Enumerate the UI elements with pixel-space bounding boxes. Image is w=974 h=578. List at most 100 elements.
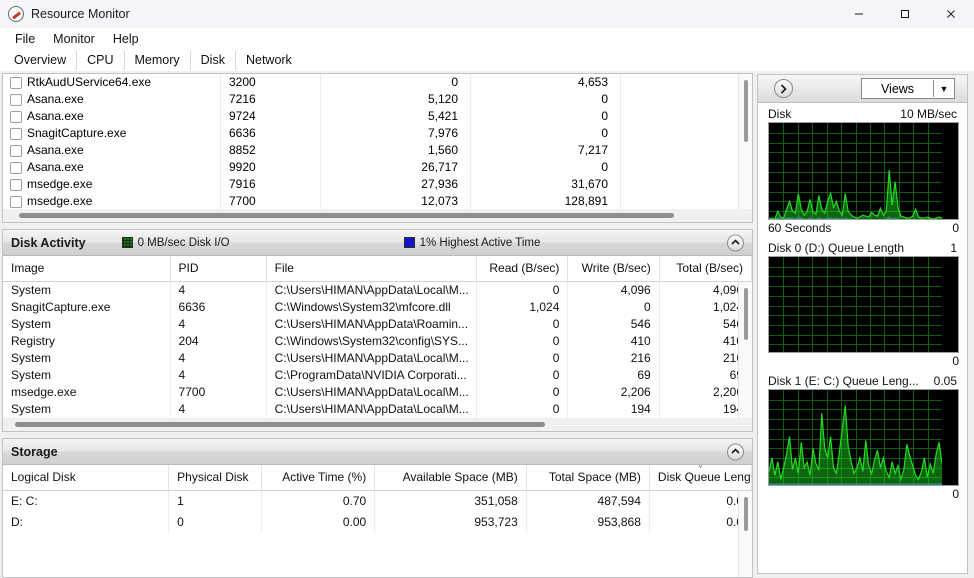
process-row[interactable]: Asana.exe97245,4210 (3, 108, 752, 125)
col-header-active-time[interactable]: Active Time (%) (262, 465, 375, 490)
process-pid: 6636 (221, 125, 321, 142)
process-row[interactable]: Asana.exe88521,5607,217 (3, 142, 752, 159)
disk-activity-header[interactable]: Disk Activity 0 MB/sec Disk I/O 1% Highe… (3, 230, 752, 256)
process-checkbox[interactable] (10, 128, 22, 140)
storage-vertical-scrollbar[interactable] (738, 491, 752, 577)
col-header-disk-queue-length[interactable]: ˅ Disk Queue Lengt (650, 465, 752, 490)
disk-activity-row[interactable]: msedge.exe7700C:\Users\HIMAN\AppData\Loc… (3, 384, 752, 401)
process-checkbox[interactable] (10, 145, 22, 157)
col-header-pid[interactable]: PID (171, 256, 267, 281)
storage-row[interactable]: E: C:10.70351,058487,5940.0 (3, 491, 752, 512)
process-read: 7,976 (321, 125, 471, 142)
process-checkbox[interactable] (10, 196, 22, 208)
graph-title: Disk 0 (D:) Queue Length (768, 241, 904, 255)
da-file: C:\Windows\System32\mfcore.dll (267, 299, 477, 316)
tab-memory[interactable]: Memory (125, 51, 191, 71)
process-row[interactable]: Asana.exe72165,1200 (3, 91, 752, 108)
disk-activity-row[interactable]: System4C:\Users\HIMAN\AppData\Local\M...… (3, 401, 752, 418)
process-write: 31,670 (471, 176, 621, 193)
process-extra (621, 91, 752, 108)
maximize-button[interactable] (882, 0, 928, 28)
graph-ymax-label: 0.05 (934, 374, 959, 388)
storage-title: Storage (3, 445, 58, 459)
da-file: C:\ProgramData\NVIDIA Corporati... (267, 367, 477, 384)
da-file: C:\Users\HIMAN\AppData\Local\M... (267, 350, 477, 367)
col-header-total[interactable]: Total (B/sec) (660, 256, 752, 281)
window-controls (836, 0, 974, 28)
disk-activity-horizontal-scrollbar[interactable] (3, 418, 752, 431)
storage-disk-queue: 0.0 (650, 491, 752, 512)
menu-item-file[interactable]: File (6, 30, 44, 48)
disk-activity-row[interactable]: Registry204C:\Windows\System32\config\SY… (3, 333, 752, 350)
disk-activity-row[interactable]: System4C:\Users\HIMAN\AppData\Roamin...0… (3, 316, 752, 333)
process-write: 128,891 (471, 193, 621, 209)
views-button[interactable]: Views ▼ (861, 78, 955, 99)
processes-list[interactable]: RtkAudUService64.exe320004,653Asana.exe7… (3, 74, 752, 209)
da-image: msedge.exe (3, 384, 171, 401)
disk-activity-row[interactable]: SnagitCapture.exe6636C:\Windows\System32… (3, 299, 752, 316)
process-row[interactable]: msedge.exe770012,073128,891 (3, 193, 752, 209)
da-image: SnagitCapture.exe (3, 299, 171, 316)
storage-total-space: 487,594 (527, 491, 650, 512)
da-write: 69 (568, 367, 659, 384)
da-pid: 4 (171, 401, 267, 418)
chevron-right-icon[interactable] (774, 79, 793, 98)
chevron-down-icon[interactable]: ▼ (934, 84, 954, 94)
process-checkbox[interactable] (10, 111, 22, 123)
disk-io-legend: 0 MB/sec Disk I/O (122, 237, 230, 249)
process-image: Asana.exe (27, 159, 221, 176)
col-header-logical-disk[interactable]: Logical Disk (3, 465, 169, 490)
minimize-button[interactable] (836, 0, 882, 28)
graph-caption: Disk 1 (E: C:) Queue Leng...0.05 (768, 374, 959, 389)
menu-item-help[interactable]: Help (104, 30, 148, 48)
col-header-file[interactable]: File (267, 256, 477, 281)
process-checkbox[interactable] (10, 179, 22, 191)
disk-activity-collapse-button[interactable] (727, 234, 744, 251)
storage-header[interactable]: Storage (3, 439, 752, 465)
disk-activity-vertical-scrollbar[interactable] (738, 282, 752, 418)
col-header-available-space[interactable]: Available Space (MB) (375, 465, 527, 490)
storage-row[interactable]: D:00.00953,723953,8680.0 (3, 512, 752, 533)
tab-overview[interactable]: Overview (4, 51, 77, 71)
tab-network[interactable]: Network (236, 51, 302, 71)
process-row[interactable]: Asana.exe992026,7170 (3, 159, 752, 176)
storage-logical-disk: D: (3, 512, 169, 533)
col-header-total-space[interactable]: Total Space (MB) (527, 465, 650, 490)
processes-horizontal-scrollbar[interactable] (3, 209, 752, 222)
menu-item-monitor[interactable]: Monitor (44, 30, 104, 48)
process-checkbox[interactable] (10, 94, 22, 106)
disk-activity-list[interactable]: System4C:\Users\HIMAN\AppData\Local\M...… (3, 282, 752, 418)
graph-plot (768, 122, 959, 220)
col-header-image[interactable]: Image (3, 256, 171, 281)
disk-activity-row[interactable]: System4C:\Users\HIMAN\AppData\Local\M...… (3, 350, 752, 367)
process-pid: 8852 (221, 142, 321, 159)
graph-footer: 60 Seconds0 (768, 220, 959, 235)
tab-cpu[interactable]: CPU (77, 51, 124, 71)
col-header-physical-disk[interactable]: Physical Disk (169, 465, 262, 490)
process-row[interactable]: RtkAudUService64.exe320004,653 (3, 74, 752, 91)
close-button[interactable] (928, 0, 974, 28)
process-row[interactable]: SnagitCapture.exe66367,9760 (3, 125, 752, 142)
graphs-panel: Views ▼ Disk10 MB/sec60 Seconds0Disk 0 (… (757, 74, 968, 574)
sort-indicator-icon: ˅ (698, 465, 703, 470)
disk-activity-row[interactable]: System4C:\ProgramData\NVIDIA Corporati..… (3, 367, 752, 384)
menu-bar: File Monitor Help (0, 28, 974, 50)
graph-footer: 0 (768, 353, 959, 368)
col-header-write[interactable]: Write (B/sec) (568, 256, 659, 281)
tab-disk[interactable]: Disk (191, 51, 236, 71)
active-time-legend-label: 1% Highest Active Time (420, 237, 541, 249)
da-pid: 7700 (171, 384, 267, 401)
storage-collapse-button[interactable] (727, 443, 744, 460)
da-read: 0 (477, 282, 568, 299)
col-header-read[interactable]: Read (B/sec) (477, 256, 568, 281)
process-checkbox[interactable] (10, 77, 22, 89)
storage-disk-queue: 0.0 (650, 512, 752, 533)
da-write: 0 (568, 299, 659, 316)
process-checkbox[interactable] (10, 162, 22, 174)
graph-xlabel: 60 Seconds (768, 221, 831, 235)
process-read: 5,120 (321, 91, 471, 108)
process-row[interactable]: msedge.exe791627,93631,670 (3, 176, 752, 193)
storage-list[interactable]: E: C:10.70351,058487,5940.0D:00.00953,72… (3, 491, 752, 577)
disk-activity-row[interactable]: System4C:\Users\HIMAN\AppData\Local\M...… (3, 282, 752, 299)
processes-vertical-scrollbar[interactable] (738, 74, 752, 209)
